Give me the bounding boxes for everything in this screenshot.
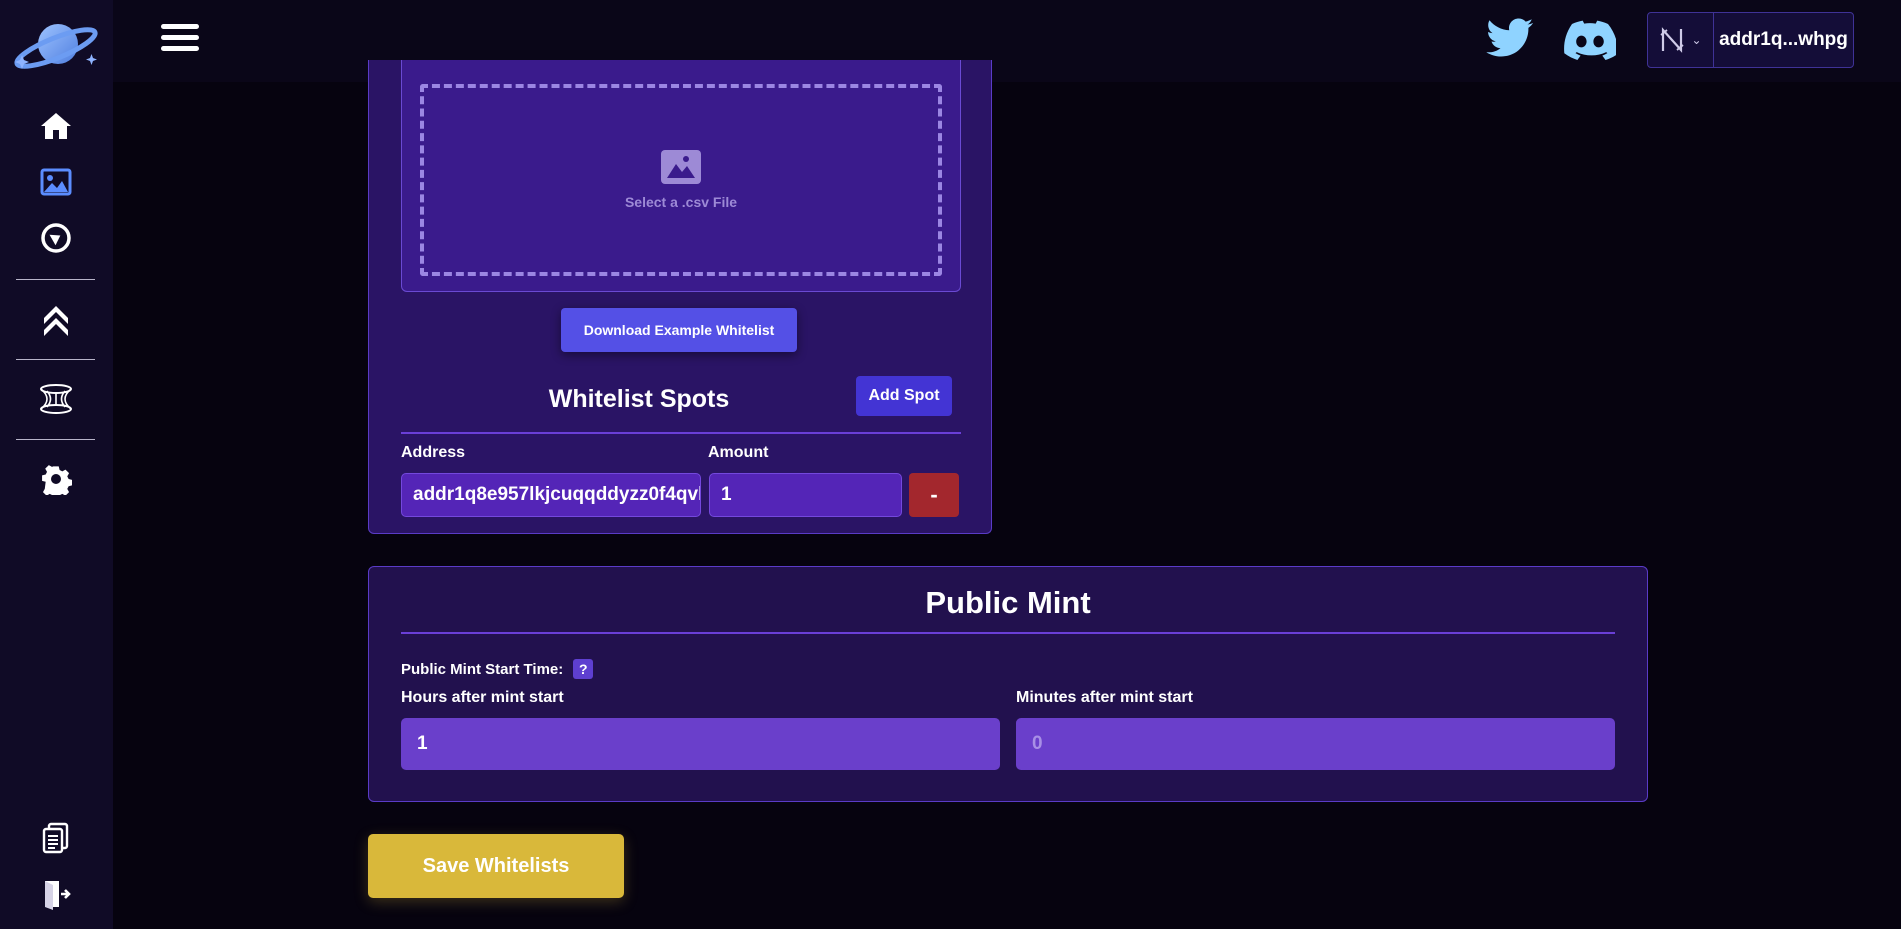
image-gallery-icon[interactable] — [36, 164, 76, 200]
section-divider — [401, 632, 1615, 634]
nami-wallet-icon — [1660, 27, 1685, 53]
whitelist-card: Select a .csv File Download Example Whit… — [368, 60, 992, 534]
wallet-address: addr1q...whpg — [1719, 29, 1848, 50]
chevron-down-icon: ⌄ — [1691, 33, 1702, 47]
wormhole-icon[interactable] — [36, 381, 76, 417]
add-spot-button[interactable]: Add Spot — [856, 376, 952, 416]
public-mint-title: Public Mint — [925, 585, 1091, 620]
home-icon[interactable] — [36, 108, 76, 144]
sidebar-divider — [16, 439, 95, 440]
twitter-icon[interactable] — [1486, 18, 1534, 60]
document-icon[interactable] — [36, 820, 76, 856]
remove-spot-button[interactable]: - — [909, 473, 959, 517]
hamburger-menu-icon[interactable] — [161, 24, 199, 56]
image-placeholder-icon — [661, 150, 701, 184]
sidebar-divider — [16, 279, 95, 280]
address-column-label: Address — [401, 444, 466, 461]
hours-after-mint-label: Hours after mint start — [401, 689, 564, 706]
csv-drop-area: Select a .csv File — [401, 60, 961, 292]
download-example-whitelist-button[interactable]: Download Example Whitelist — [561, 308, 797, 352]
logout-icon[interactable] — [36, 876, 76, 912]
public-mint-start-row: Public Mint Start Time: ? — [401, 659, 594, 679]
wallet-connect-button[interactable]: ⌄ addr1q...whpg — [1647, 12, 1854, 68]
save-whitelists-button[interactable]: Save Whitelists — [368, 834, 624, 898]
public-mint-card: Public Mint Public Mint Start Time: ? Ho… — [368, 566, 1648, 802]
whitelist-spots-title: Whitelist Spots — [548, 385, 730, 413]
planet-logo-icon[interactable] — [10, 14, 102, 76]
target-icon[interactable] — [36, 220, 76, 256]
amount-column-label: Amount — [708, 444, 769, 461]
csv-file-dropzone[interactable]: Select a .csv File — [420, 84, 942, 276]
whitelist-amount-input[interactable]: 1 — [709, 473, 902, 517]
sidebar-divider — [16, 359, 95, 360]
public-mint-start-label: Public Mint Start Time: — [401, 660, 564, 678]
section-divider — [401, 432, 961, 434]
dropzone-label: Select a .csv File — [624, 194, 738, 210]
hours-after-mint-input[interactable]: 1 — [401, 718, 1000, 770]
gear-icon[interactable] — [36, 461, 76, 497]
help-button[interactable]: ? — [573, 659, 594, 679]
chevrons-up-icon[interactable] — [36, 301, 76, 337]
wallet-provider-selector[interactable]: ⌄ — [1648, 13, 1714, 67]
sidebar — [0, 0, 113, 929]
discord-icon[interactable] — [1564, 20, 1619, 61]
minutes-after-mint-label: Minutes after mint start — [1016, 689, 1193, 706]
minutes-after-mint-input[interactable]: 0 — [1016, 718, 1615, 770]
whitelist-address-input[interactable]: addr1q8e957lkjcuqqddyzz0f4qvl — [401, 473, 701, 517]
